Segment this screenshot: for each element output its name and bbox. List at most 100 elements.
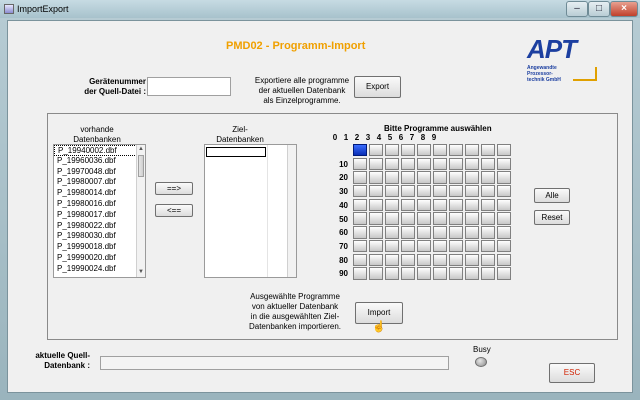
- program-cell[interactable]: [385, 239, 399, 253]
- program-cell[interactable]: [481, 239, 495, 253]
- program-cell[interactable]: [449, 226, 463, 239]
- source-list-item[interactable]: P_19980017.dbf: [54, 210, 145, 221]
- program-cell[interactable]: [417, 253, 431, 266]
- program-cell[interactable]: [481, 212, 495, 225]
- source-scrollbar[interactable]: ▲ ▼: [136, 145, 145, 277]
- program-cell[interactable]: [385, 253, 399, 266]
- move-left-button[interactable]: <==: [155, 204, 193, 217]
- program-cell[interactable]: [369, 198, 383, 212]
- program-cell[interactable]: [369, 171, 383, 184]
- program-cell[interactable]: [465, 239, 479, 253]
- program-cell[interactable]: [385, 212, 399, 225]
- program-cell[interactable]: [465, 253, 479, 266]
- program-cell[interactable]: [465, 212, 479, 225]
- program-cell[interactable]: [497, 198, 511, 212]
- program-cell[interactable]: [449, 198, 463, 212]
- program-cell[interactable]: [353, 157, 367, 171]
- esc-button[interactable]: ESC: [549, 363, 595, 383]
- program-cell[interactable]: [353, 185, 367, 198]
- program-cell[interactable]: [385, 157, 399, 171]
- program-cell[interactable]: [433, 157, 447, 171]
- program-cell[interactable]: [417, 185, 431, 198]
- program-cell[interactable]: [417, 157, 431, 171]
- program-cell[interactable]: [433, 198, 447, 212]
- program-cell[interactable]: [449, 253, 463, 266]
- device-number-input[interactable]: [147, 77, 231, 96]
- program-cell[interactable]: [465, 157, 479, 171]
- program-cell[interactable]: [497, 226, 511, 239]
- program-cell[interactable]: [449, 144, 463, 157]
- source-list-item[interactable]: P_19980016.dbf: [54, 199, 145, 210]
- minimize-button[interactable]: –: [566, 1, 588, 17]
- source-list-item[interactable]: P_19980007.dbf: [54, 177, 145, 188]
- export-button[interactable]: Export: [354, 76, 401, 98]
- program-cell[interactable]: [385, 226, 399, 239]
- program-cell[interactable]: [353, 226, 367, 239]
- target-database-list[interactable]: [204, 144, 297, 278]
- program-cell[interactable]: [497, 253, 511, 266]
- program-cell[interactable]: [465, 185, 479, 198]
- source-list-item[interactable]: P_19940002.dbf: [54, 145, 145, 156]
- program-cell[interactable]: [497, 144, 511, 157]
- program-cell[interactable]: [401, 212, 415, 225]
- program-cell[interactable]: [497, 185, 511, 198]
- program-cell[interactable]: [433, 253, 447, 266]
- source-list-item[interactable]: P_19980030.dbf: [54, 231, 145, 242]
- program-cell[interactable]: [385, 267, 399, 280]
- program-cell[interactable]: [433, 239, 447, 253]
- program-cell[interactable]: [449, 212, 463, 225]
- maximize-button[interactable]: □: [588, 1, 610, 17]
- program-cell[interactable]: [417, 198, 431, 212]
- source-list-item[interactable]: P_19990020.dbf: [54, 253, 145, 264]
- program-cell[interactable]: [497, 212, 511, 225]
- program-cell[interactable]: [353, 198, 367, 212]
- program-cell[interactable]: [369, 212, 383, 225]
- program-cell[interactable]: [369, 253, 383, 266]
- program-cell[interactable]: [497, 171, 511, 184]
- program-cell[interactable]: [401, 171, 415, 184]
- program-cell[interactable]: [353, 212, 367, 225]
- program-cell[interactable]: [369, 185, 383, 198]
- program-cell[interactable]: [353, 171, 367, 184]
- source-list-item[interactable]: P_19980022.dbf: [54, 221, 145, 232]
- program-cell[interactable]: [401, 239, 415, 253]
- program-cell[interactable]: [353, 239, 367, 253]
- program-cell[interactable]: [417, 144, 431, 157]
- program-cell[interactable]: [449, 157, 463, 171]
- target-scrollbar[interactable]: [287, 145, 296, 277]
- program-cell[interactable]: [369, 239, 383, 253]
- program-cell[interactable]: [449, 267, 463, 280]
- program-cell[interactable]: [465, 171, 479, 184]
- program-cell[interactable]: [481, 171, 495, 184]
- program-cell[interactable]: [401, 198, 415, 212]
- scroll-up-icon[interactable]: ▲: [137, 145, 145, 154]
- select-all-button[interactable]: Alle: [534, 188, 570, 203]
- program-cell[interactable]: [417, 226, 431, 239]
- program-cell[interactable]: [481, 267, 495, 280]
- program-cell[interactable]: [401, 267, 415, 280]
- program-cell[interactable]: [481, 157, 495, 171]
- program-cell[interactable]: [385, 198, 399, 212]
- move-right-button[interactable]: ==>: [155, 182, 193, 195]
- program-cell[interactable]: [369, 226, 383, 239]
- target-focus-row[interactable]: [206, 147, 266, 157]
- program-cell[interactable]: [417, 239, 431, 253]
- scroll-down-icon[interactable]: ▼: [137, 268, 145, 277]
- program-cell[interactable]: [481, 253, 495, 266]
- close-button[interactable]: ×: [610, 1, 638, 17]
- program-cell[interactable]: [401, 185, 415, 198]
- program-cell[interactable]: [449, 171, 463, 184]
- source-list-item[interactable]: P_19970048.dbf: [54, 167, 145, 178]
- program-cell[interactable]: [417, 212, 431, 225]
- program-cell[interactable]: [353, 144, 367, 157]
- scroll-thumb[interactable]: [138, 155, 144, 177]
- program-cell[interactable]: [417, 267, 431, 280]
- program-cell[interactable]: [497, 239, 511, 253]
- program-cell[interactable]: [497, 267, 511, 280]
- program-cell[interactable]: [353, 267, 367, 280]
- program-cell[interactable]: [433, 267, 447, 280]
- program-cell[interactable]: [449, 185, 463, 198]
- source-list-item[interactable]: P_19960036.dbf: [54, 156, 145, 167]
- program-cell[interactable]: [433, 212, 447, 225]
- source-list-item[interactable]: P_19990018.dbf: [54, 242, 145, 253]
